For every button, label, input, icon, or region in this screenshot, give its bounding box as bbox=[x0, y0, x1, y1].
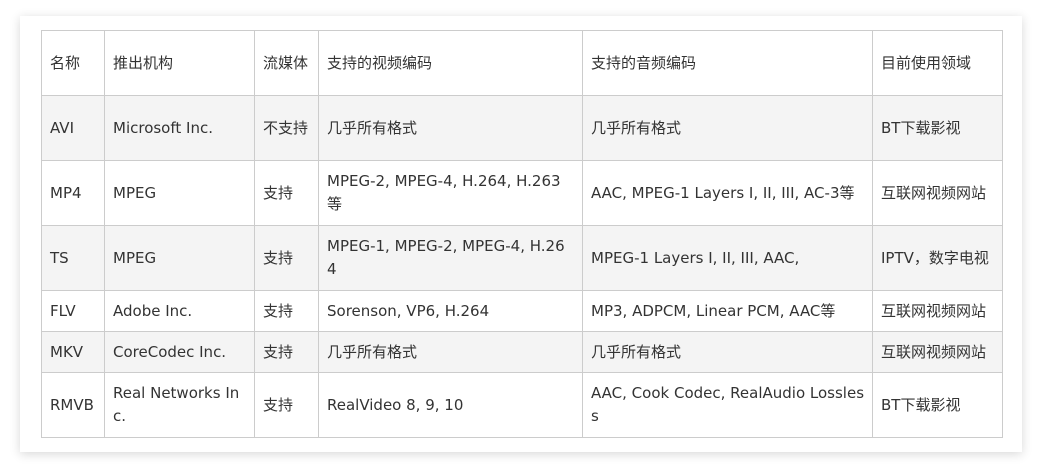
cell-video-codecs: 几乎所有格式 bbox=[318, 331, 583, 373]
header-name: 名称 bbox=[41, 30, 105, 96]
cell-vendor: MPEG bbox=[104, 225, 255, 291]
cell-name: MKV bbox=[41, 331, 105, 373]
header-vendor: 推出机构 bbox=[104, 30, 255, 96]
table-card: 名称 推出机构 流媒体 支持的视频编码 支持的音频编码 目前使用领域 AVI M… bbox=[20, 16, 1022, 452]
cell-video-codecs: MPEG-2, MPEG-4, H.264, H.263等 bbox=[318, 160, 583, 226]
cell-vendor: CoreCodec Inc. bbox=[104, 331, 255, 373]
format-comparison-table: 名称 推出机构 流媒体 支持的视频编码 支持的音频编码 目前使用领域 AVI M… bbox=[41, 30, 1003, 438]
cell-streaming: 不支持 bbox=[254, 95, 319, 161]
cell-streaming: 支持 bbox=[254, 331, 319, 373]
cell-name: AVI bbox=[41, 95, 105, 161]
cell-video-codecs: RealVideo 8, 9, 10 bbox=[318, 372, 583, 438]
cell-audio-codecs: AAC, MPEG-1 Layers I, II, III, AC-3等 bbox=[582, 160, 873, 226]
cell-streaming: 支持 bbox=[254, 372, 319, 438]
cell-streaming: 支持 bbox=[254, 160, 319, 226]
header-video-codecs: 支持的视频编码 bbox=[318, 30, 583, 96]
cell-vendor: Real Networks Inc. bbox=[104, 372, 255, 438]
cell-audio-codecs: MP3, ADPCM, Linear PCM, AAC等 bbox=[582, 290, 873, 332]
cell-audio-codecs: 几乎所有格式 bbox=[582, 95, 873, 161]
cell-audio-codecs: AAC, Cook Codec, RealAudio Lossless bbox=[582, 372, 873, 438]
cell-audio-codecs: MPEG-1 Layers I, II, III, AAC, bbox=[582, 225, 873, 291]
cell-name: RMVB bbox=[41, 372, 105, 438]
cell-name: FLV bbox=[41, 290, 105, 332]
cell-name: MP4 bbox=[41, 160, 105, 226]
table-row: RMVB Real Networks Inc. 支持 RealVideo 8, … bbox=[41, 372, 1003, 438]
cell-video-codecs: Sorenson, VP6, H.264 bbox=[318, 290, 583, 332]
cell-vendor: Microsoft Inc. bbox=[104, 95, 255, 161]
cell-vendor: MPEG bbox=[104, 160, 255, 226]
cell-usage: 互联网视频网站 bbox=[872, 331, 1003, 373]
cell-audio-codecs: 几乎所有格式 bbox=[582, 331, 873, 373]
table-row: FLV Adobe Inc. 支持 Sorenson, VP6, H.264 M… bbox=[41, 290, 1003, 332]
cell-usage: BT下载影视 bbox=[872, 372, 1003, 438]
cell-video-codecs: MPEG-1, MPEG-2, MPEG-4, H.264 bbox=[318, 225, 583, 291]
table-row: TS MPEG 支持 MPEG-1, MPEG-2, MPEG-4, H.264… bbox=[41, 225, 1003, 291]
cell-usage: 互联网视频网站 bbox=[872, 290, 1003, 332]
cell-streaming: 支持 bbox=[254, 225, 319, 291]
table-row: MKV CoreCodec Inc. 支持 几乎所有格式 几乎所有格式 互联网视… bbox=[41, 331, 1003, 373]
cell-vendor: Adobe Inc. bbox=[104, 290, 255, 332]
cell-name: TS bbox=[41, 225, 105, 291]
header-streaming: 流媒体 bbox=[254, 30, 319, 96]
cell-streaming: 支持 bbox=[254, 290, 319, 332]
cell-usage: 互联网视频网站 bbox=[872, 160, 1003, 226]
table-row: AVI Microsoft Inc. 不支持 几乎所有格式 几乎所有格式 BT下… bbox=[41, 95, 1003, 161]
cell-usage: BT下载影视 bbox=[872, 95, 1003, 161]
table-header-row: 名称 推出机构 流媒体 支持的视频编码 支持的音频编码 目前使用领域 bbox=[41, 30, 1003, 96]
cell-usage: IPTV，数字电视 bbox=[872, 225, 1003, 291]
header-usage: 目前使用领域 bbox=[872, 30, 1003, 96]
table-row: MP4 MPEG 支持 MPEG-2, MPEG-4, H.264, H.263… bbox=[41, 160, 1003, 226]
header-audio-codecs: 支持的音频编码 bbox=[582, 30, 873, 96]
cell-video-codecs: 几乎所有格式 bbox=[318, 95, 583, 161]
